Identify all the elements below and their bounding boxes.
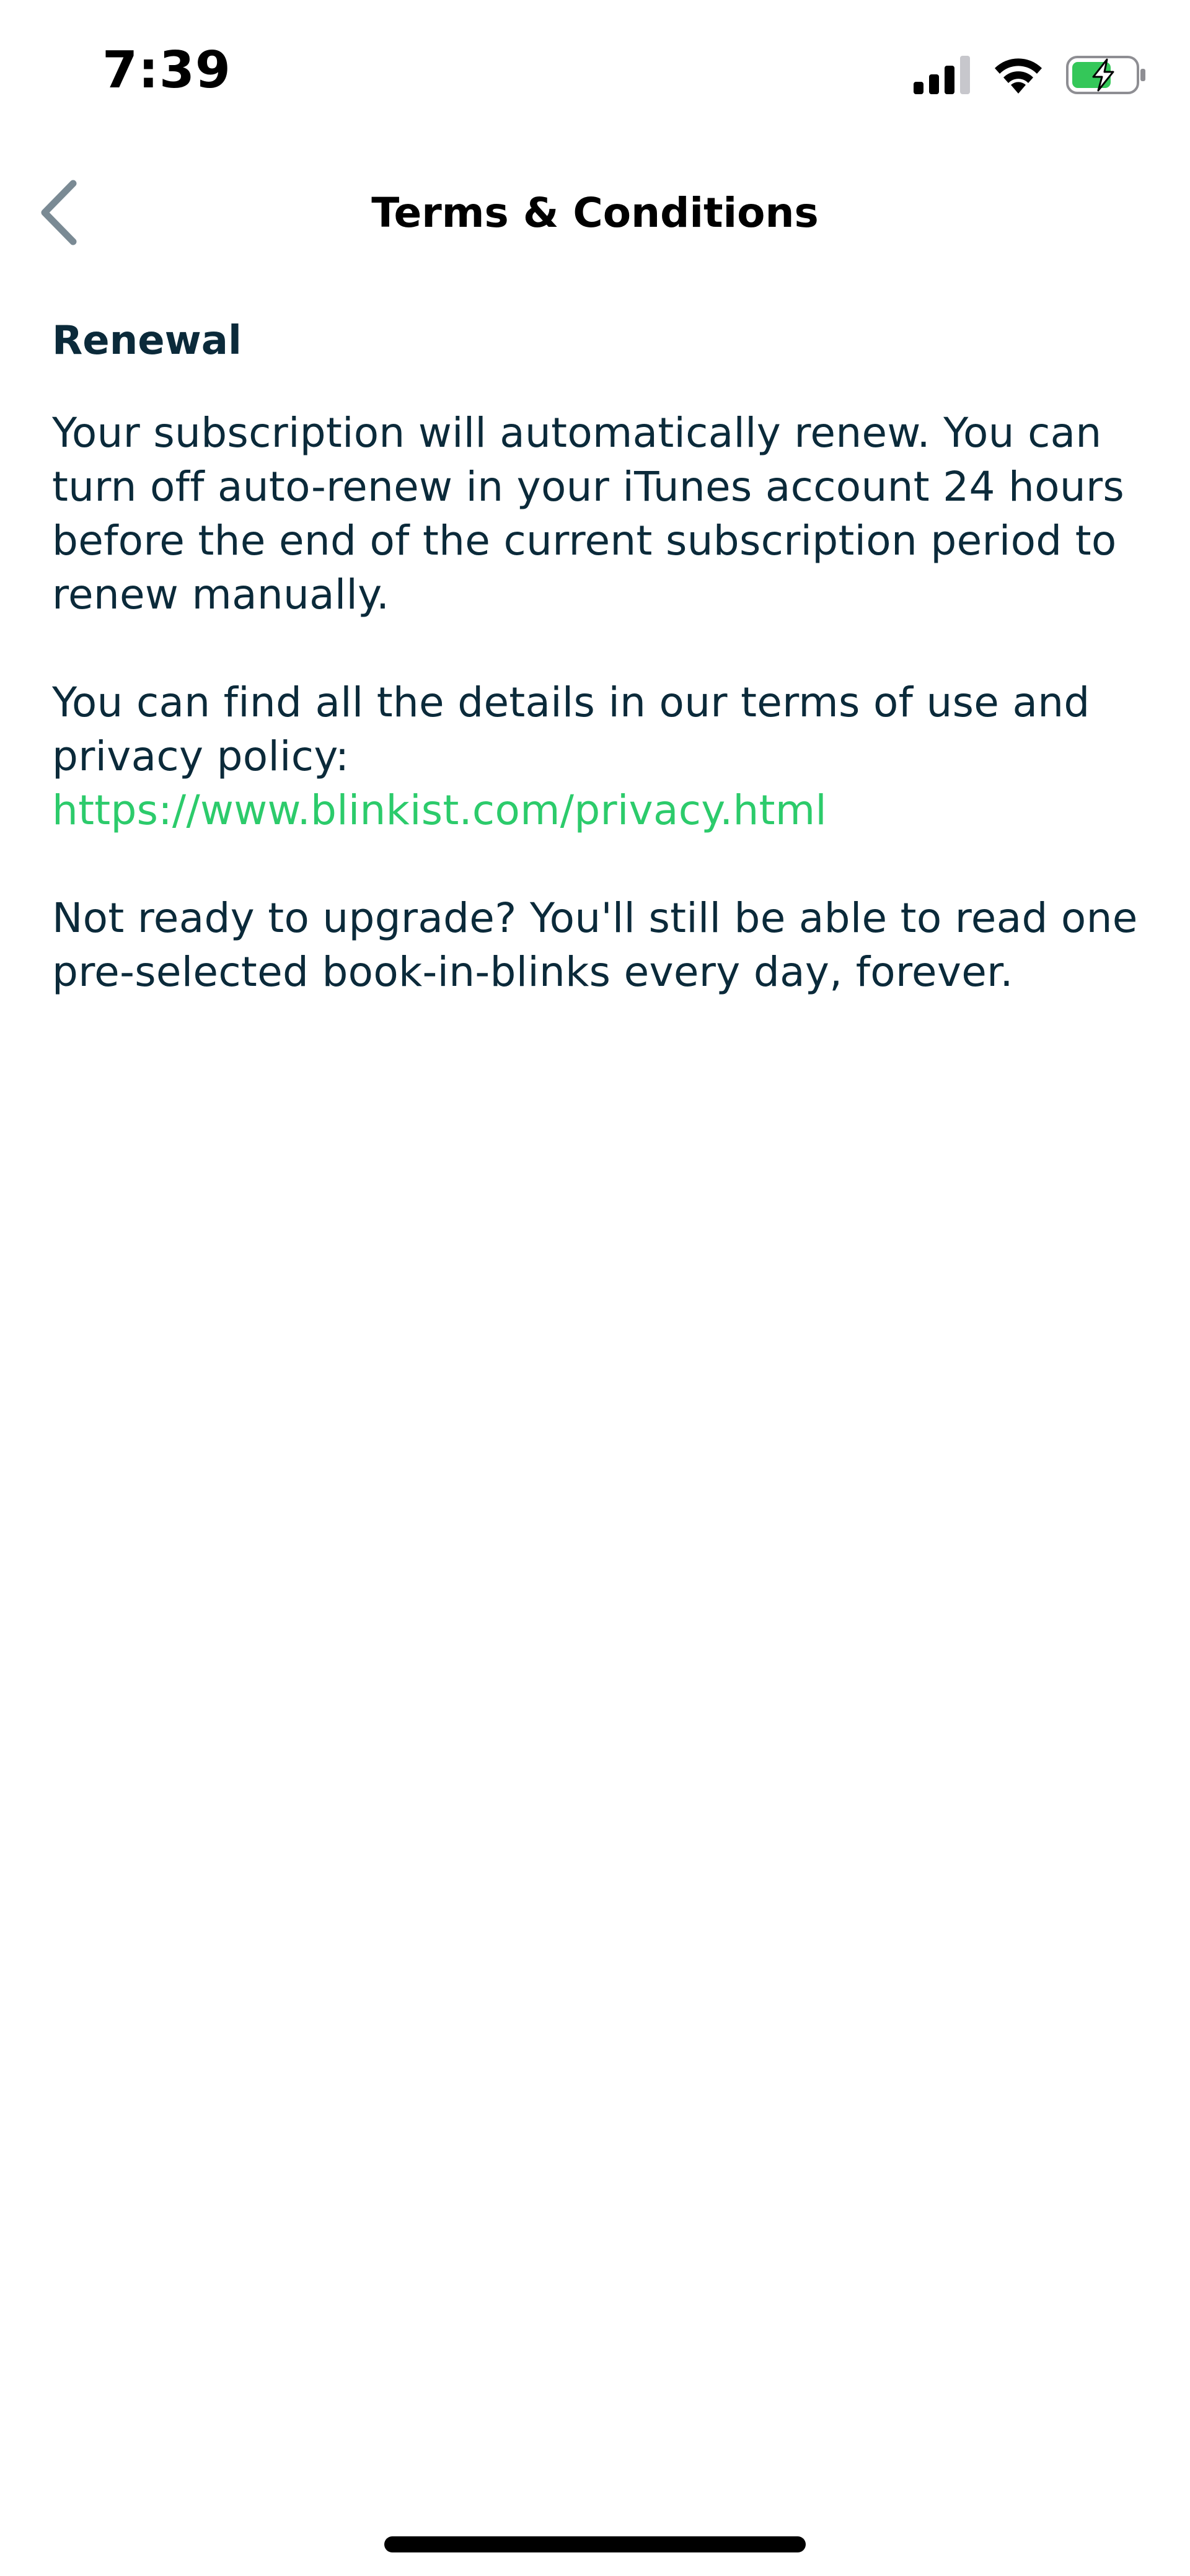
home-indicator[interactable] — [384, 2536, 806, 2552]
wifi-icon — [992, 55, 1045, 97]
section-heading-renewal: Renewal — [52, 318, 242, 364]
terms-paragraph: You can find all the details in our term… — [52, 675, 1143, 837]
status-time: 7:39 — [102, 41, 231, 100]
cellular-signal-icon — [914, 56, 971, 97]
battery-charging-icon — [1066, 56, 1147, 97]
renewal-paragraph: Your subscription will automatically ren… — [52, 409, 1125, 618]
status-icons — [914, 55, 1147, 98]
page-title: Terms & Conditions — [371, 189, 819, 237]
free-tier-paragraph: Not ready to upgrade? You'll still be ab… — [52, 894, 1138, 996]
privacy-policy-link[interactable]: https://www.blinkist.com/privacy.html — [52, 786, 827, 834]
terms-text: You can find all the details in our term… — [52, 679, 1090, 780]
terms-content: Renewal Your subscription will automatic… — [52, 313, 1143, 1053]
navigation-header: Terms & Conditions — [0, 158, 1190, 270]
status-bar: 7:39 — [0, 0, 1190, 143]
